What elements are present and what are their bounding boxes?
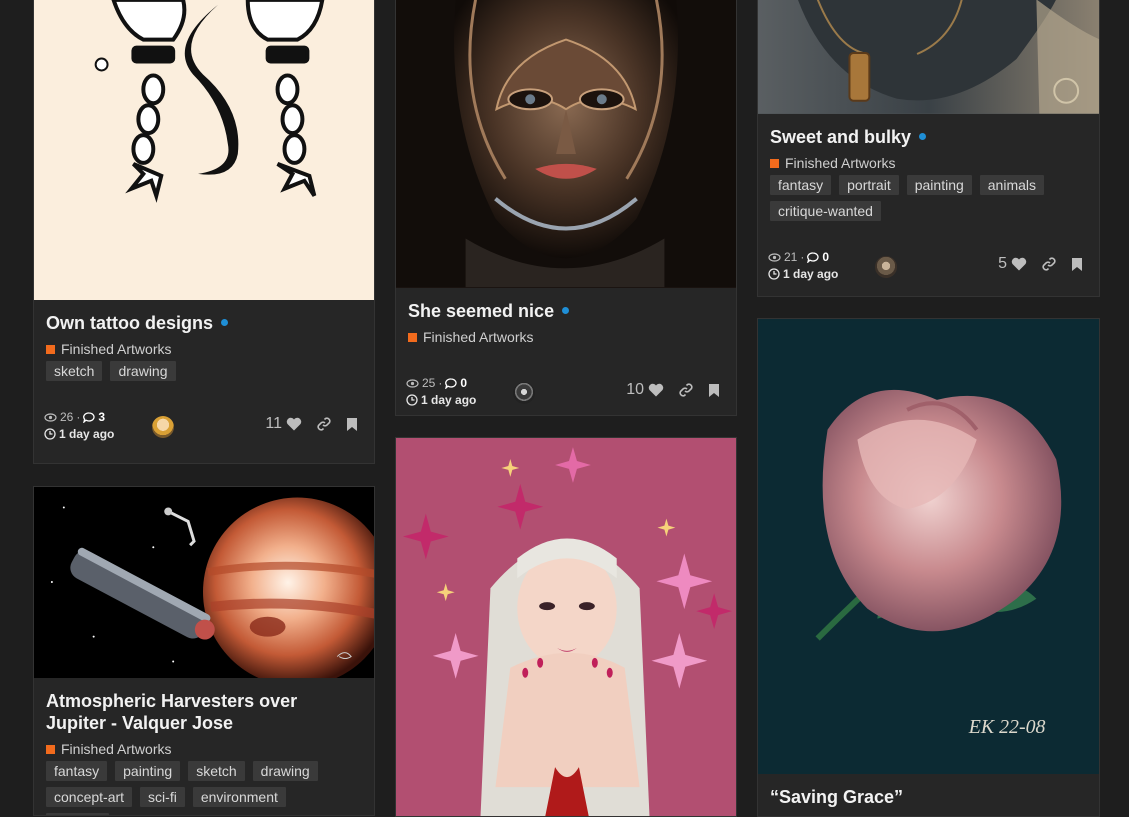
heart-icon[interactable] [1011, 257, 1027, 271]
post-time: 1 day ago [421, 393, 477, 407]
new-indicator-dot [221, 318, 229, 326]
post-time: 1 day ago [59, 427, 115, 441]
comment-count[interactable]: 0 [445, 376, 467, 390]
view-count: 25 [422, 376, 436, 390]
tag[interactable]: sci-fi [140, 787, 185, 807]
link-icon[interactable] [678, 382, 694, 398]
link-icon[interactable] [1041, 256, 1057, 272]
clock-icon [406, 394, 418, 406]
heart-icon[interactable] [286, 417, 302, 431]
post-time: 1 day ago [783, 267, 839, 281]
tag[interactable]: sketch [188, 761, 245, 781]
view-count: 26 [60, 410, 74, 424]
artwork-title[interactable]: Own tattoo designs [46, 312, 362, 334]
artwork-card[interactable]: She seemed nice Finished Artworks 25 · 0… [395, 0, 737, 416]
artist-signature: EK 22-08 [968, 716, 1046, 738]
category[interactable]: Finished Artworks [408, 328, 724, 346]
category[interactable]: Finished Artworks [46, 340, 362, 358]
tag[interactable]: fantasy [46, 761, 108, 781]
artwork-image-rose: EK 22-08 [758, 320, 1099, 773]
tag[interactable]: portrait [839, 175, 899, 195]
tag[interactable]: animals [979, 175, 1045, 195]
tag[interactable]: painting [115, 761, 181, 781]
artwork-card[interactable]: Sweet and bulky Finished Artworks fantas… [757, 0, 1100, 297]
tag[interactable]: fantasy [770, 175, 832, 195]
like-count: 5 [998, 255, 1007, 272]
clock-icon [44, 428, 56, 440]
like-count: 11 [265, 415, 282, 432]
tag-list: fantasy painting sketch drawing concept-… [46, 761, 362, 815]
artwork-image-pendant [758, 0, 1099, 114]
artwork-card[interactable]: EK 22-08 “Saving Grace” [757, 318, 1100, 817]
artwork-title[interactable]: Sweet and bulky [770, 126, 1087, 148]
tag-list: fantasy portrait painting animals critiq… [770, 175, 1087, 227]
artwork-thumbnail[interactable] [396, 438, 736, 816]
tag[interactable]: concept-art [46, 787, 133, 807]
heart-icon[interactable] [648, 383, 664, 397]
artwork-thumbnail[interactable] [396, 0, 736, 288]
artwork-thumbnail[interactable] [34, 487, 374, 678]
link-icon[interactable] [316, 416, 332, 432]
tag[interactable]: drawing [252, 761, 318, 781]
comment-count[interactable]: 3 [83, 410, 105, 424]
avatar[interactable] [875, 256, 897, 278]
comment-icon [83, 411, 95, 423]
category[interactable]: Finished Artworks [770, 154, 1087, 172]
view-count: 21 [784, 250, 798, 264]
comment-icon [445, 377, 457, 389]
eye-icon [768, 252, 781, 262]
artwork-image-portrait [396, 439, 736, 816]
tag[interactable]: critique-wanted [770, 201, 881, 221]
category-color-square [46, 344, 55, 354]
artwork-image-mask [396, 0, 736, 288]
eye-icon [44, 412, 57, 422]
tag[interactable]: realistic [46, 813, 110, 815]
avatar[interactable] [152, 416, 174, 438]
artwork-image-jupiter [34, 487, 374, 678]
tag-list: sketch drawing [46, 361, 362, 387]
category[interactable]: Finished Artworks [46, 740, 362, 758]
artwork-thumbnail[interactable]: EK 22-08 [758, 319, 1099, 774]
artwork-card[interactable]: Own tattoo designs Finished Artworks ske… [33, 0, 375, 464]
new-indicator-dot [919, 132, 927, 140]
new-indicator-dot [562, 306, 570, 314]
artwork-thumbnail[interactable] [758, 0, 1099, 114]
comment-icon [807, 251, 819, 263]
category-color-square [770, 158, 779, 168]
eye-icon [406, 378, 419, 388]
bookmark-icon[interactable] [708, 383, 720, 398]
bookmark-icon[interactable] [346, 417, 358, 432]
bookmark-icon[interactable] [1071, 257, 1083, 272]
artwork-thumbnail[interactable] [34, 0, 374, 300]
artwork-title[interactable]: She seemed nice [408, 300, 724, 322]
category-color-square [408, 332, 417, 342]
artwork-card[interactable] [395, 437, 737, 817]
artwork-title[interactable]: Atmospheric Harvesters over Jupiter - Va… [46, 690, 362, 734]
tag[interactable]: drawing [110, 361, 176, 381]
artwork-card[interactable]: Atmospheric Harvesters over Jupiter - Va… [33, 486, 375, 816]
category-color-square [46, 744, 55, 754]
tag[interactable]: sketch [46, 361, 103, 381]
artwork-title[interactable]: “Saving Grace” [770, 786, 1087, 808]
tag[interactable]: environment [192, 787, 286, 807]
tag[interactable]: painting [906, 175, 972, 195]
artwork-image-tattoo [34, 0, 374, 300]
like-count: 10 [626, 381, 644, 398]
comment-count[interactable]: 0 [807, 250, 829, 264]
avatar[interactable] [513, 382, 535, 404]
clock-icon [768, 268, 780, 280]
